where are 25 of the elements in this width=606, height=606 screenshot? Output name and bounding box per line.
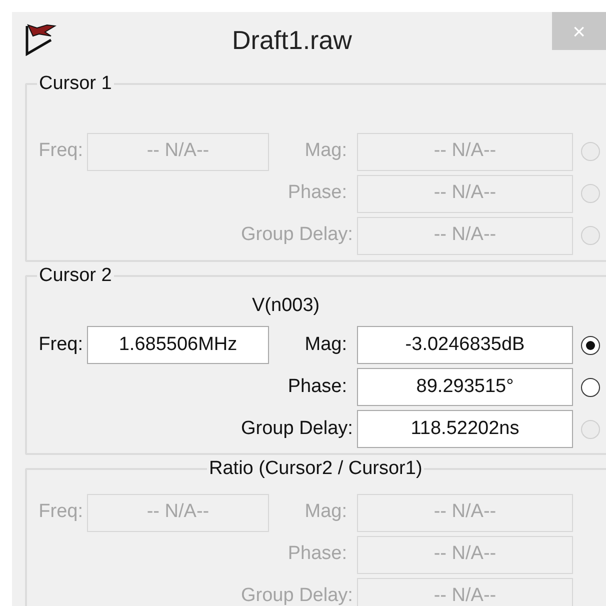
value-field[interactable]: 89.293515°: [357, 368, 573, 406]
field-label: Freq:: [38, 500, 84, 524]
freq-field[interactable]: 1.685506MHz: [87, 326, 269, 364]
field-label: Phase:: [286, 181, 348, 206]
group-title: Cursor 2: [38, 264, 113, 288]
value-field[interactable]: 118.52202ns: [357, 410, 573, 448]
field-label: Group Delay:: [241, 223, 354, 248]
field-label: Mag:: [304, 500, 348, 524]
signal-name: V(n003): [252, 294, 321, 314]
logo-icon: [25, 22, 57, 56]
field-label: Freq:: [38, 139, 84, 164]
group-title: Cursor 1: [38, 72, 113, 96]
field-label: Group Delay:: [241, 416, 354, 441]
radio-button[interactable]: [581, 336, 600, 354]
field-label: Mag:: [304, 332, 348, 357]
window-title: Draft1.raw: [231, 24, 353, 56]
field-label: Freq:: [38, 332, 84, 357]
group-title: Ratio (Cursor2 / Cursor1): [208, 457, 424, 481]
field-label: Phase:: [286, 542, 348, 566]
radio-button[interactable]: [581, 378, 600, 396]
close-button[interactable]: ×: [552, 12, 606, 50]
field-label: Phase:: [286, 374, 348, 399]
field-label: Mag:: [304, 139, 348, 164]
value-field[interactable]: -3.0246835dB: [357, 326, 573, 364]
field-label: Group Delay:: [241, 584, 354, 606]
